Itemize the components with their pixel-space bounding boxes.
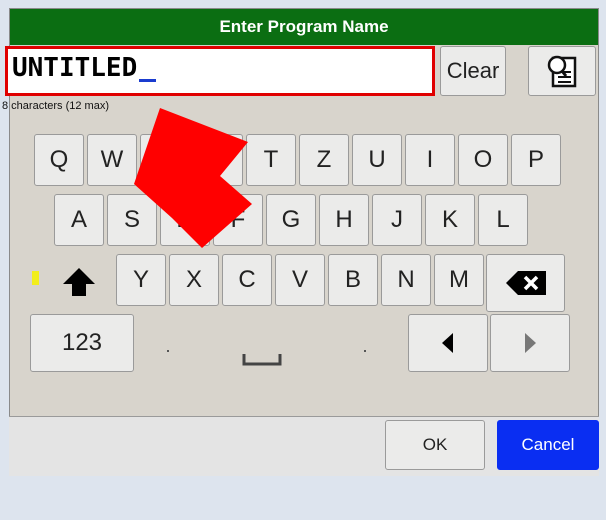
red-annotation-arrow <box>134 108 252 248</box>
